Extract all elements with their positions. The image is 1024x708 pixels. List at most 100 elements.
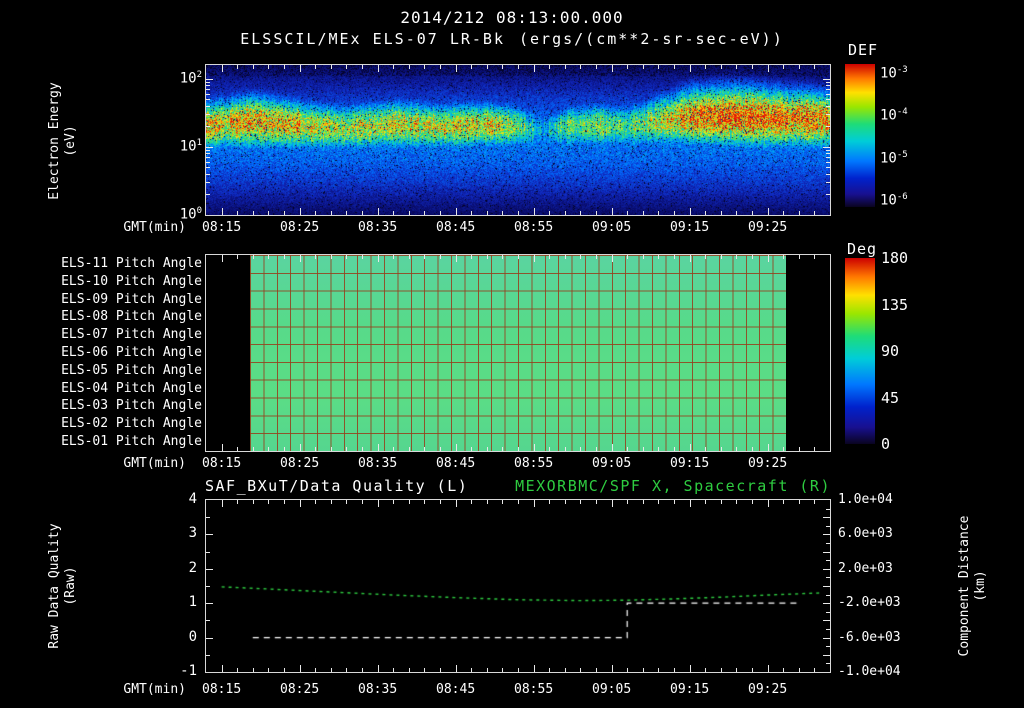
axis-tick (518, 255, 519, 259)
pitch-row-label: ELS-09 Pitch Angle (61, 291, 202, 307)
deg-colorbar (845, 258, 875, 444)
axis-tick (300, 208, 301, 215)
axis-tick (674, 65, 675, 69)
axis-tick (300, 65, 301, 72)
axis-tick (826, 194, 830, 195)
axis-tick (736, 668, 737, 672)
spectrogram-frame (205, 64, 831, 216)
axis-tick (206, 194, 210, 195)
axis-tick (721, 500, 722, 504)
axis-tick (658, 211, 659, 215)
axis-tick (440, 500, 441, 504)
axis-tick (206, 517, 210, 518)
axis-tick (826, 638, 830, 639)
axis-tick (612, 500, 613, 507)
axis-tick (253, 668, 254, 672)
axis-tick (721, 668, 722, 672)
axis-tick (826, 629, 830, 630)
axis-tick (826, 663, 830, 664)
axis-tick (424, 65, 425, 69)
axis-tick (393, 447, 394, 451)
axis-tick (284, 255, 285, 259)
left-axis-tick-label: 4 (188, 491, 197, 507)
deg-scale-label: 45 (881, 388, 900, 407)
axis-tick (814, 447, 815, 451)
axis-tick (378, 500, 379, 507)
axis-tick (206, 153, 210, 154)
def-scale-label: 10-5 (880, 150, 908, 167)
axis-tick (424, 255, 425, 259)
axis-tick (565, 65, 566, 69)
axis-tick (346, 255, 347, 259)
axis-tick (206, 162, 210, 163)
axis-tick (237, 447, 238, 451)
time-tick-label: 08:25 (280, 456, 320, 471)
axis-tick (440, 65, 441, 69)
axis-tick (346, 447, 347, 451)
time-tick-label: 08:35 (358, 682, 398, 697)
axis-tick (826, 526, 830, 527)
right-axis-tick-label: 2.0e+03 (838, 560, 893, 576)
axis-tick (627, 65, 628, 69)
axis-tick (362, 668, 363, 672)
time-tick-label: 09:25 (748, 456, 788, 471)
axis-tick (362, 255, 363, 259)
axis-tick (206, 89, 210, 90)
axis-tick (799, 65, 800, 69)
spectrogram-canvas (206, 65, 830, 215)
axis-tick (206, 174, 210, 175)
axis-tick (502, 447, 503, 451)
science-plot-screen: 2014/212 08:13:00.000 ELSSCIL/MEx ELS-07… (0, 0, 1024, 708)
right-axis-tick-label: -1.0e+04 (838, 664, 901, 679)
axis-tick (768, 444, 769, 451)
axis-tick (331, 211, 332, 215)
time-tick-label: 08:45 (436, 682, 476, 697)
axis-tick (268, 500, 269, 504)
axis-tick (826, 543, 830, 544)
axis-tick (393, 211, 394, 215)
axis-tick (580, 447, 581, 451)
axis-tick (206, 94, 210, 95)
axis-tick (331, 500, 332, 504)
axis-tick (502, 668, 503, 672)
axis-tick (783, 65, 784, 69)
axis-tick (612, 665, 613, 672)
axis-tick (331, 255, 332, 259)
axis-tick (206, 99, 210, 100)
pitch-row-label: ELS-05 Pitch Angle (61, 362, 202, 378)
exponent: -3 (896, 65, 908, 75)
axis-tick (206, 534, 213, 535)
axis-tick (331, 447, 332, 451)
axis-tick (721, 211, 722, 215)
left-axis-tick-label: -1 (180, 663, 197, 679)
axis-tick (518, 211, 519, 215)
axis-tick (268, 65, 269, 69)
axis-tick (826, 646, 830, 647)
time-tick-label: 09:05 (592, 682, 632, 697)
energy-tick-label: 100 (179, 206, 202, 223)
left-axis-title: Raw Data Quality (Raw) (47, 486, 81, 686)
axis-tick (658, 255, 659, 259)
gmt-label-mid: GMT(min) (123, 456, 186, 471)
axis-tick (674, 500, 675, 504)
right-axis-tick-label: -6.0e+03 (838, 629, 901, 645)
energy-tick-label: 101 (179, 137, 202, 155)
axis-tick (768, 665, 769, 672)
axis-tick (752, 211, 753, 215)
axis-tick (826, 126, 830, 127)
axis-tick (534, 444, 535, 451)
axis-tick (456, 208, 457, 215)
axis-tick (826, 174, 830, 175)
axis-tick (471, 211, 472, 215)
axis-tick (518, 668, 519, 672)
axis-tick (549, 447, 550, 451)
axis-tick (799, 668, 800, 672)
axis-tick (596, 500, 597, 504)
axis-tick (253, 65, 254, 69)
axis-tick (565, 211, 566, 215)
axis-tick (237, 211, 238, 215)
left-axis-tick-label: 2 (188, 559, 197, 576)
axis-tick (206, 620, 210, 621)
def-colorbar-title: DEF (848, 41, 879, 59)
def-colorbar (845, 64, 875, 207)
